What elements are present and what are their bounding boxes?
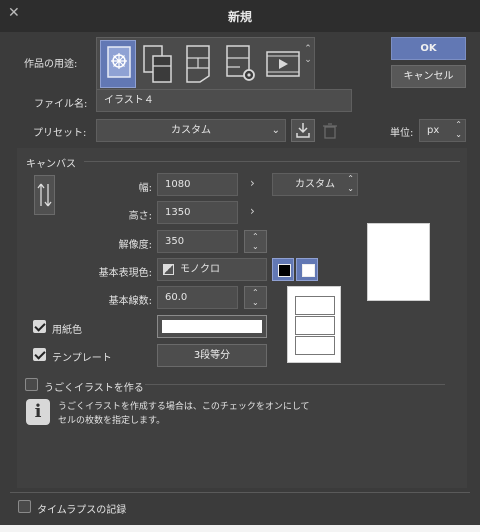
background-strip-bottom	[0, 525, 480, 532]
file-name-input[interactable]: イラスト４	[96, 89, 352, 112]
paper-color-label: 用紙色	[52, 325, 82, 336]
preset-value: カスタム	[171, 125, 211, 136]
resolution-input[interactable]: 350	[157, 230, 238, 253]
file-name-label: ファイル名:	[34, 99, 88, 110]
animation-icon[interactable]	[263, 40, 303, 88]
spinner-icon: ⌃ ⌄	[252, 232, 259, 251]
color-mode-select[interactable]: モノクロ	[157, 258, 267, 281]
cancel-button[interactable]: キャンセル	[391, 65, 466, 88]
info-icon: i	[26, 399, 50, 425]
resolution-label: 解像度:	[118, 240, 152, 251]
size-preset-value: カスタム	[295, 179, 335, 190]
swap-orientation-icon[interactable]	[34, 175, 55, 215]
resolution-spinner[interactable]: ⌃ ⌄	[244, 230, 267, 253]
black-color-swatch[interactable]	[272, 258, 294, 281]
template-button[interactable]: 3段等分	[157, 344, 267, 367]
comic-settings-icon[interactable]	[222, 40, 258, 88]
template-checkbox[interactable]	[33, 348, 46, 361]
ok-button[interactable]: OK	[391, 37, 466, 60]
chevron-right-icon: ›	[250, 204, 255, 218]
usage-scroll-arrows[interactable]: ⌃ ⌄	[303, 44, 313, 84]
template-preview	[287, 286, 341, 363]
black-swatch-fill	[278, 264, 291, 277]
chevron-right-icon: ›	[250, 176, 255, 190]
animation-divider	[145, 384, 445, 385]
paper-color-checkbox[interactable]	[33, 320, 46, 333]
dialog-title: 新規	[227, 10, 252, 24]
usage-label: 作品の用途:	[24, 59, 78, 70]
chevron-down-icon: ⌄	[271, 125, 280, 136]
color-mode-label: 基本表現色:	[98, 268, 152, 279]
unit-select[interactable]: px ⌃ ⌄	[419, 119, 466, 142]
color-mode-value: モノクロ	[180, 264, 220, 275]
canvas-preview	[367, 223, 430, 301]
base-lines-spinner[interactable]: ⌃ ⌄	[244, 286, 267, 309]
canvas-divider	[84, 161, 460, 162]
animated-illustration-label: うごくイラストを作る	[44, 383, 144, 394]
template-panel	[295, 336, 335, 355]
new-document-dialog: ✕ 新規 作品の用途: ⌃ ⌄ OK キャンセル ファイル名: イラスト４ プリ…	[0, 0, 480, 525]
height-input[interactable]: 1350	[157, 201, 238, 224]
timelapse-checkbox[interactable]	[18, 500, 31, 513]
paper-color-fill	[162, 320, 262, 333]
width-input[interactable]: 1080	[157, 173, 238, 196]
paper-color-swatch[interactable]	[157, 315, 267, 338]
illustration-preset-icon[interactable]	[100, 40, 136, 88]
spinner-icon: ⌃ ⌄	[347, 174, 354, 193]
animation-info-line2: セルの枚数を指定します。	[58, 416, 166, 426]
preset-label: プリセット:	[33, 128, 87, 139]
template-label: テンプレート	[52, 353, 112, 364]
white-swatch-fill	[302, 264, 315, 277]
base-lines-label: 基本線数:	[108, 296, 152, 307]
base-lines-input[interactable]: 60.0	[157, 286, 238, 309]
timelapse-label: タイムラプスの記録	[37, 505, 127, 516]
size-preset-select[interactable]: カスタム ⌃ ⌄	[272, 173, 358, 196]
preset-select[interactable]: カスタム ⌄	[96, 119, 286, 142]
canvas-section-label: キャンバス	[26, 159, 76, 170]
comic-icon[interactable]	[180, 40, 216, 88]
title-bar: ✕ 新規	[0, 0, 480, 32]
webtoon-icon[interactable]	[139, 40, 175, 88]
register-preset-icon[interactable]	[291, 119, 315, 142]
spinner-icon: ⌃ ⌄	[252, 288, 259, 307]
unit-label: 単位:	[390, 128, 414, 139]
delete-preset-icon	[319, 119, 341, 142]
template-panel	[295, 296, 335, 315]
template-panel	[295, 316, 335, 335]
white-color-swatch[interactable]	[296, 258, 318, 281]
width-label: 幅:	[138, 183, 152, 194]
spinner-icon: ⌃ ⌄	[455, 120, 462, 139]
footer-divider	[10, 492, 470, 493]
monochrome-icon	[163, 264, 174, 275]
height-label: 高さ:	[128, 211, 152, 222]
unit-value: px	[427, 125, 440, 136]
animated-illustration-checkbox[interactable]	[25, 378, 38, 391]
animation-info-line1: うごくイラストを作成する場合は、このチェックをオンにして	[58, 402, 310, 412]
